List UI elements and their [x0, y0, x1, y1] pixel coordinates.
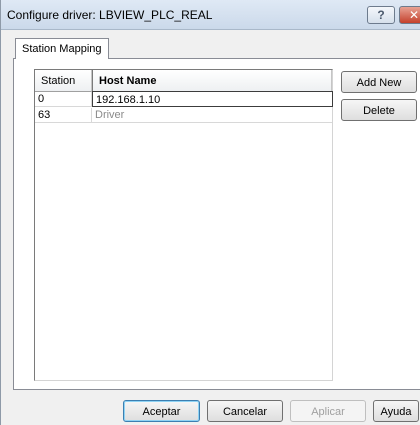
table-row[interactable]: 63 Driver [35, 108, 332, 123]
configure-driver-dialog: Configure driver: LBVIEW_PLC_REAL ? ✕ St… [0, 0, 420, 425]
help-button[interactable]: Ayuda [373, 400, 419, 422]
help-icon[interactable]: ? [367, 6, 395, 24]
delete-button[interactable]: Delete [341, 99, 417, 121]
tab-station-mapping[interactable]: Station Mapping [15, 38, 109, 59]
station-cell[interactable]: 63 [35, 108, 92, 123]
accept-button[interactable]: Aceptar [123, 400, 200, 422]
add-new-button[interactable]: Add New [341, 71, 417, 93]
button-bar: Aceptar Cancelar Aplicar Ayuda [1, 392, 420, 425]
table-row[interactable]: 0 [35, 91, 333, 107]
close-icon[interactable]: ✕ [399, 6, 420, 24]
window-title: Configure driver: LBVIEW_PLC_REAL [7, 8, 213, 22]
column-header-host-name[interactable]: Host Name [92, 70, 332, 92]
apply-button: Aplicar [290, 400, 366, 422]
column-header-station[interactable]: Station [35, 70, 92, 92]
grid-header: Station Host Name [35, 70, 332, 92]
host-name-input[interactable] [92, 91, 333, 107]
cancel-button[interactable]: Cancelar [207, 400, 283, 422]
station-grid[interactable]: Station Host Name 0 63 Driver [34, 69, 333, 381]
station-cell[interactable]: 0 [35, 92, 92, 107]
host-name-cell[interactable]: Driver [92, 108, 332, 123]
title-bar[interactable]: Configure driver: LBVIEW_PLC_REAL ? ✕ [1, 0, 420, 30]
